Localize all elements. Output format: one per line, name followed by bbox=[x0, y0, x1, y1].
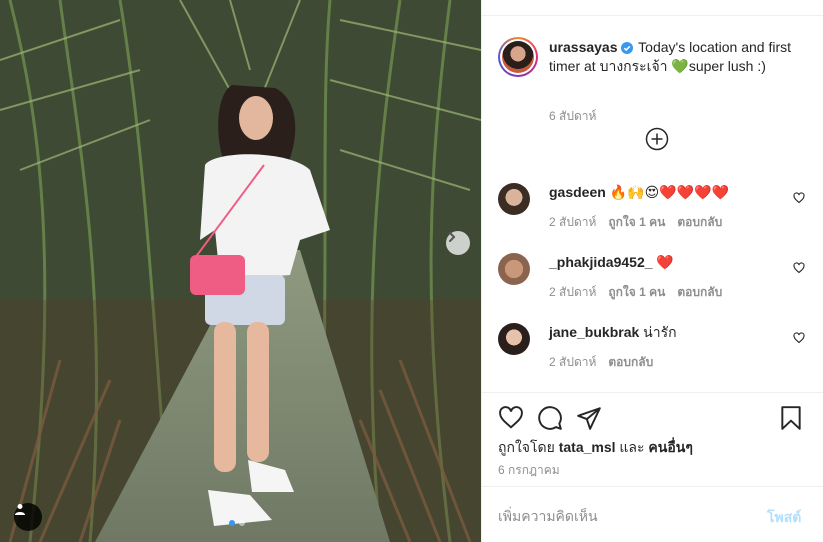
comment-meta: 2 สัปดาห์ ถูกใจ 1 คน ตอบกลับ bbox=[549, 213, 722, 232]
liked-by: ถูกใจโดย tata_msl และ คนอื่นๆ bbox=[498, 437, 693, 459]
author-avatar-image bbox=[502, 41, 534, 73]
caption-text-block: urassayas Today's location and first tim… bbox=[549, 38, 811, 76]
chevron-right-icon bbox=[449, 232, 456, 242]
comment-username[interactable]: jane_bukbrak bbox=[549, 324, 639, 340]
comment-item: gasdeen 🔥🙌😍❤️❤️❤️❤️ 2 สัปดาห์ ถูกใจ 1 คน… bbox=[498, 183, 808, 243]
tagged-users-button[interactable] bbox=[14, 503, 42, 531]
caption-time[interactable]: 6 สัปดาห์ bbox=[549, 107, 596, 126]
post-date[interactable]: 6 กรกฎาคม bbox=[498, 461, 560, 480]
user-tag-icon bbox=[15, 504, 25, 515]
bookmark-icon[interactable] bbox=[778, 405, 804, 431]
reply-button[interactable]: ตอบกลับ bbox=[677, 213, 722, 232]
comment-time[interactable]: 2 สัปดาห์ bbox=[549, 283, 596, 302]
comment-username[interactable]: gasdeen bbox=[549, 184, 606, 200]
author-avatar[interactable] bbox=[498, 37, 538, 77]
carousel-dot bbox=[239, 520, 245, 526]
share-icon[interactable] bbox=[576, 405, 602, 431]
comment-text: น่ารัก bbox=[643, 324, 677, 340]
comment-item: jane_bukbrak น่ารัก 2 สัปดาห์ ตอบกลับ bbox=[498, 323, 808, 383]
comment-avatar[interactable] bbox=[498, 253, 530, 285]
comment-meta: 2 สัปดาห์ ถูกใจ 1 คน ตอบกลับ bbox=[549, 283, 722, 302]
comment-body: gasdeen 🔥🙌😍❤️❤️❤️❤️ bbox=[549, 183, 789, 201]
post-comment-button[interactable]: โพสต์ bbox=[767, 507, 801, 529]
comment-text: ❤️ bbox=[656, 254, 674, 270]
post-photo[interactable] bbox=[0, 0, 481, 542]
comment-meta: 2 สัปดาห์ ตอบกลับ bbox=[549, 353, 653, 372]
post-actions: ถูกใจโดย tata_msl และ คนอื่นๆ 6 กรกฎาคม bbox=[482, 392, 823, 486]
heart-icon[interactable] bbox=[793, 332, 805, 344]
comment-likes[interactable]: ถูกใจ 1 คน bbox=[608, 283, 665, 302]
liked-by-prefix: ถูกใจโดย bbox=[498, 439, 555, 455]
heart-icon[interactable] bbox=[793, 192, 805, 204]
caption-username[interactable]: urassayas bbox=[549, 39, 618, 55]
carousel-indicator bbox=[229, 520, 245, 526]
plus-circle-icon[interactable] bbox=[645, 127, 669, 151]
comment-avatar[interactable] bbox=[498, 183, 530, 215]
comment-text: 🔥🙌😍❤️❤️❤️❤️ bbox=[609, 184, 729, 200]
comment-item: _phakjida9452_ ❤️ 2 สัปดาห์ ถูกใจ 1 คน ต… bbox=[498, 253, 808, 313]
comment-likes[interactable]: ถูกใจ 1 คน bbox=[608, 213, 665, 232]
comment-body: _phakjida9452_ ❤️ bbox=[549, 253, 789, 271]
like-heart-icon[interactable] bbox=[498, 405, 524, 431]
verified-badge-icon bbox=[620, 42, 633, 54]
post-side-panel: urassayas Today's location and first tim… bbox=[481, 0, 823, 542]
reply-button[interactable]: ตอบกลับ bbox=[608, 353, 653, 372]
photo-artwork bbox=[0, 0, 481, 542]
comment-icon[interactable] bbox=[537, 405, 563, 431]
comment-time[interactable]: 2 สัปดาห์ bbox=[549, 213, 596, 232]
add-comment-bar: โพสต์ bbox=[482, 486, 823, 542]
reply-button[interactable]: ตอบกลับ bbox=[677, 283, 722, 302]
heart-icon[interactable] bbox=[793, 262, 805, 274]
carousel-dot-active bbox=[229, 520, 235, 526]
comment-avatar[interactable] bbox=[498, 323, 530, 355]
liked-by-and: และ bbox=[619, 439, 645, 455]
panel-header bbox=[482, 0, 823, 16]
comment-time[interactable]: 2 สัปดาห์ bbox=[549, 353, 596, 372]
comment-username[interactable]: _phakjida9452_ bbox=[549, 254, 653, 270]
comment-body: jane_bukbrak น่ารัก bbox=[549, 323, 789, 341]
liked-by-others[interactable]: คนอื่นๆ bbox=[648, 439, 692, 455]
comment-input[interactable] bbox=[498, 505, 748, 527]
next-photo-button[interactable] bbox=[446, 231, 470, 255]
liked-by-user[interactable]: tata_msl bbox=[559, 439, 616, 455]
comments-area[interactable]: urassayas Today's location and first tim… bbox=[482, 17, 823, 392]
